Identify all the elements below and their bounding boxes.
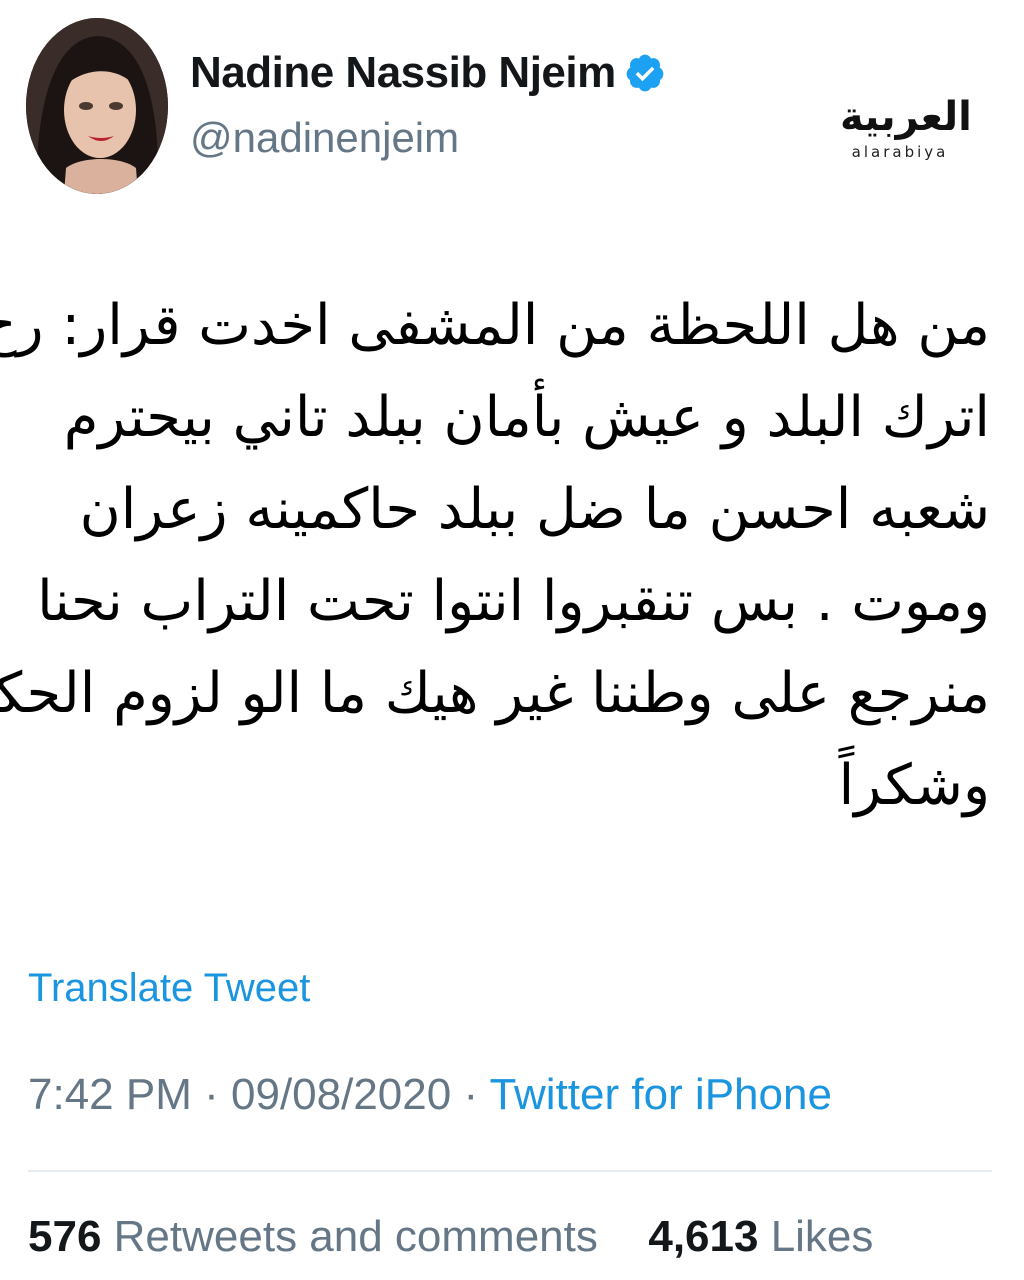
tweet-line: شعبه احسن ما ضل ببلد حاكمينه زعران [79, 477, 990, 542]
author-handle[interactable]: @nadinenjeim [190, 114, 459, 162]
retweets-stat[interactable]: 576 Retweets and comments [28, 1212, 610, 1261]
tweet-line: منرجع على وطننا غير هيك ما الو لزوم الحك… [0, 661, 990, 726]
tweet-line: وموت . بس تنقبروا انتوا تحت التراب نحنا [37, 569, 990, 634]
meta-separator: · [204, 1070, 219, 1119]
divider [28, 1170, 992, 1172]
author-name-text[interactable]: Nadine Nassib Njeim [190, 48, 616, 98]
meta-separator: · [463, 1070, 479, 1119]
logo-arabic-text: العربية [840, 94, 972, 140]
tweet-source-link[interactable]: Twitter for iPhone [490, 1070, 832, 1119]
tweet-line: وشكراً [838, 753, 990, 818]
alarabiya-logo: العربية alarabiya [840, 94, 972, 161]
likes-count: 4,613 [648, 1212, 759, 1261]
likes-label: Likes [770, 1212, 874, 1261]
tweet-text: من هل اللحظة من المشفى اخدت قرار: رح اتر… [0, 280, 990, 832]
avatar[interactable] [26, 18, 168, 194]
tweet-stats: 576 Retweets and comments 4,613 Likes [28, 1212, 873, 1262]
tweet-metadata: 7:42 PM · 09/08/2020 · Twitter for iPhon… [28, 1070, 832, 1120]
tweet-date[interactable]: 09/08/2020 [231, 1070, 451, 1119]
profile-photo [26, 18, 168, 194]
retweets-label: Retweets and comments [113, 1212, 598, 1261]
tweet-line: من هل اللحظة من المشفى اخدت قرار: رح [0, 293, 990, 358]
translate-tweet-link[interactable]: Translate Tweet [28, 966, 310, 1011]
tweet-time[interactable]: 7:42 PM [28, 1070, 192, 1119]
author-display-name[interactable]: Nadine Nassib Njeim [190, 48, 666, 98]
tweet-line: اترك البلد و عيش بأمان ببلد تاني بيحترم [63, 385, 990, 450]
verified-badge-icon [624, 52, 666, 94]
likes-stat[interactable]: 4,613 Likes [648, 1212, 873, 1261]
retweets-count: 576 [28, 1212, 102, 1261]
logo-latin-text: alarabiya [851, 143, 949, 161]
